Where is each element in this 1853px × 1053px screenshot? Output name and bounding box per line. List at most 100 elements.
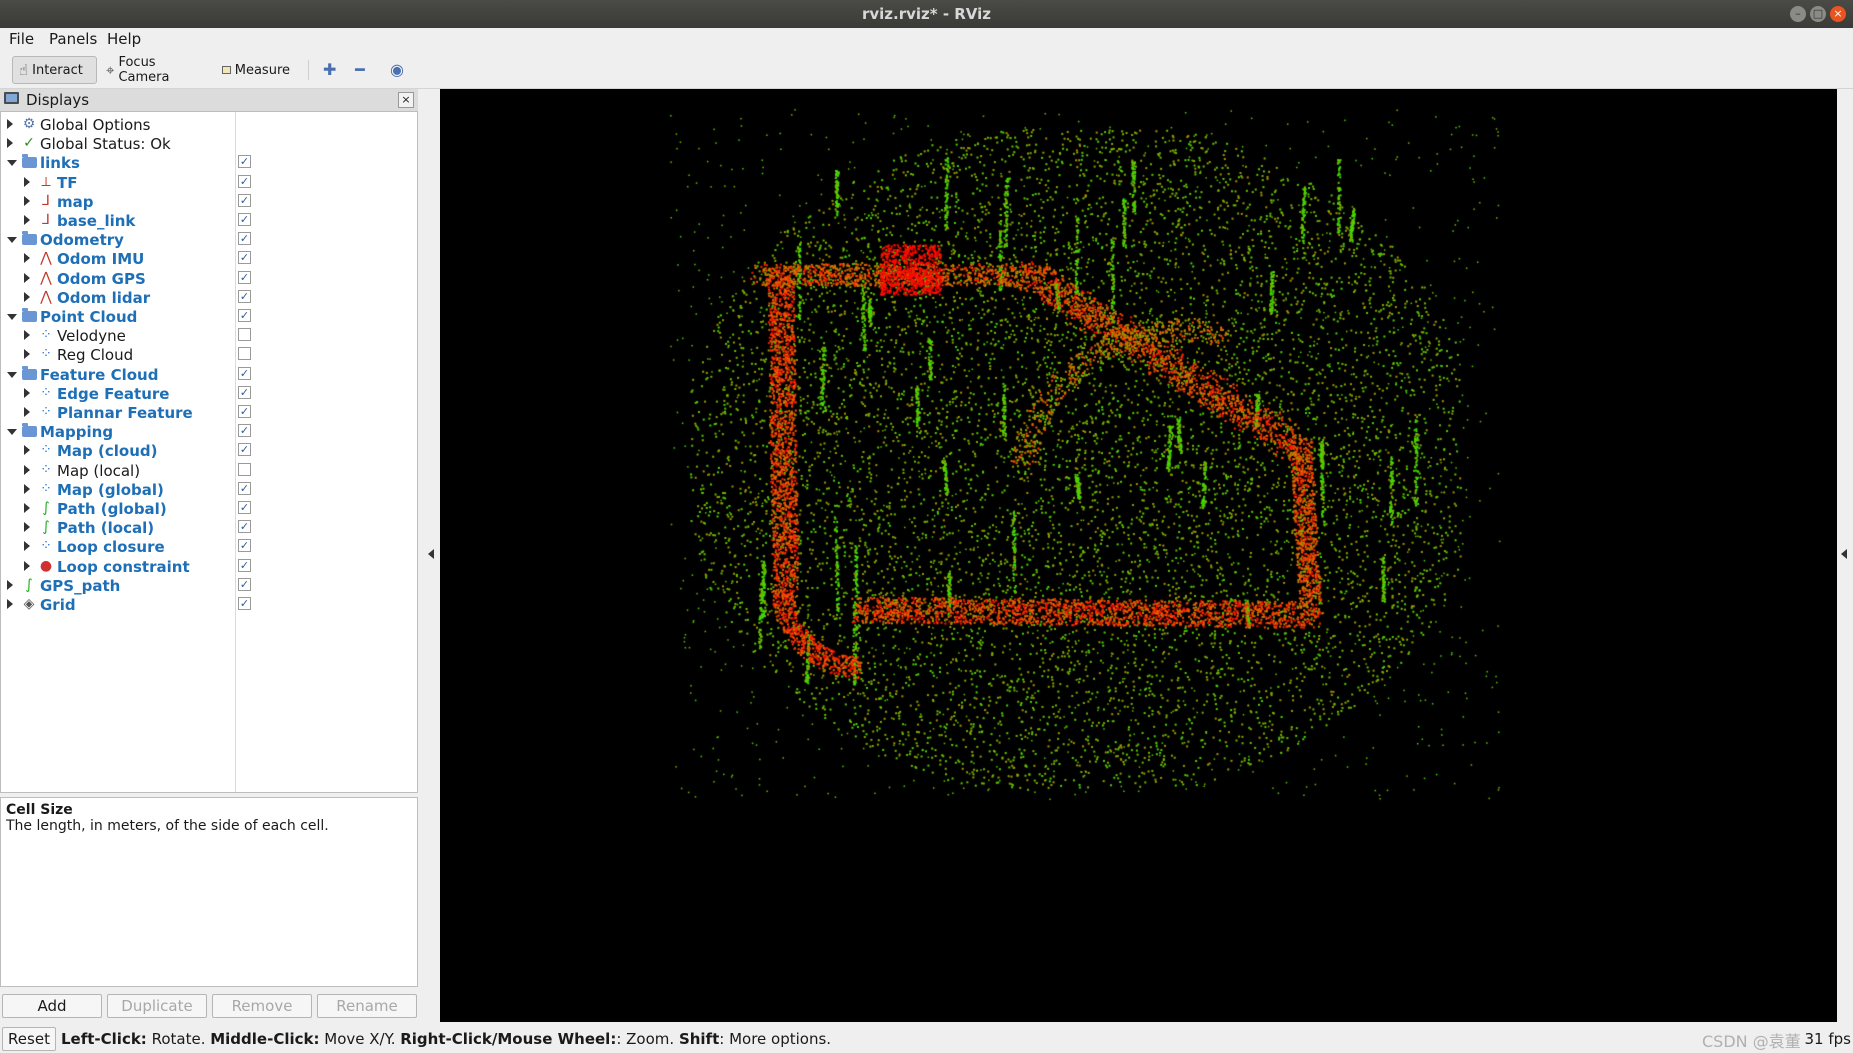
reset-button[interactable]: Reset (2, 1027, 56, 1051)
display-row[interactable]: links ✓ (1, 153, 419, 172)
enable-checkbox[interactable]: ✓ (238, 251, 251, 265)
display-row[interactable]: ⋀ Odom IMU ✓ (1, 249, 419, 268)
collapsed-arrow-icon[interactable] (24, 445, 30, 456)
display-row[interactable]: ⁘ Map (local) (1, 461, 419, 480)
display-row[interactable]: ⁘ Velodyne (1, 326, 419, 345)
collapsed-arrow-icon[interactable] (24, 503, 30, 513)
remove-tool-icon[interactable]: ━ (355, 60, 365, 79)
enable-checkbox[interactable] (238, 462, 251, 476)
collapsed-arrow-icon[interactable] (24, 464, 30, 475)
right-collapse-handle[interactable] (1837, 89, 1853, 1022)
enable-checkbox[interactable]: ✓ (238, 270, 251, 284)
display-row[interactable]: ⁘ Edge Feature ✓ (1, 384, 419, 403)
display-row[interactable]: ⁘ Map (global) ✓ (1, 480, 419, 499)
3d-render-viewport[interactable] (440, 89, 1837, 1022)
interact-tool-button[interactable]: ☝ Interact (12, 56, 97, 84)
expanded-arrow-icon[interactable] (7, 314, 17, 320)
collapsed-arrow-icon[interactable] (24, 483, 30, 494)
enable-checkbox[interactable]: ✓ (238, 481, 251, 495)
displays-tree[interactable]: ⚙ Global Options ✓ Global Status: Ok links ✓ ⟂… (0, 111, 418, 793)
collapsed-arrow-icon[interactable] (24, 522, 30, 533)
collapsed-arrow-icon[interactable] (24, 330, 30, 341)
enable-checkbox[interactable]: ✓ (238, 405, 251, 418)
expanded-arrow-icon[interactable] (7, 237, 17, 244)
menu-help[interactable]: Help (107, 30, 141, 48)
enable-checkbox[interactable]: ✓ (238, 232, 251, 246)
focus-camera-tool-button[interactable]: ⌖ Focus Camera (100, 55, 210, 85)
display-row[interactable]: ⅃ map ✓ (1, 192, 419, 211)
collapsed-arrow-icon[interactable] (7, 579, 13, 590)
display-row[interactable]: ◈ Grid ✓ (1, 595, 419, 614)
close-panel-button[interactable]: × (398, 92, 414, 108)
display-row[interactable]: ✓ Global Status: Ok (1, 134, 419, 153)
duplicate-button[interactable]: Duplicate (107, 994, 207, 1018)
enable-checkbox[interactable]: ✓ (238, 520, 251, 534)
add-tool-icon[interactable]: ✚ (323, 60, 336, 79)
display-row[interactable]: ⁘ Reg Cloud (1, 345, 419, 364)
close-window-button[interactable]: × (1830, 6, 1846, 22)
display-row[interactable]: Mapping ✓ (1, 422, 419, 441)
enable-checkbox[interactable]: ✓ (238, 155, 251, 169)
enable-checkbox[interactable]: ✓ (238, 174, 251, 188)
display-row[interactable]: Feature Cloud ✓ (1, 365, 419, 384)
display-row[interactable]: ⋀ Odom GPS ✓ (1, 269, 419, 288)
enable-checkbox[interactable]: ✓ (238, 424, 251, 438)
remove-button[interactable]: Remove (212, 994, 312, 1018)
enable-checkbox[interactable]: ✓ (238, 443, 251, 457)
enable-checkbox[interactable]: ✓ (238, 577, 251, 591)
collapsed-arrow-icon[interactable] (7, 599, 13, 609)
collapsed-arrow-icon[interactable] (24, 272, 30, 283)
rename-button[interactable]: Rename (317, 994, 417, 1018)
add-button[interactable]: Add (2, 994, 102, 1018)
collapsed-arrow-icon[interactable] (24, 291, 30, 302)
display-row[interactable]: ⟂ TF ✓ (1, 173, 419, 192)
display-row[interactable]: ⁘ Plannar Feature ✓ (1, 403, 419, 422)
display-row[interactable]: ⋀ Odom lidar ✓ (1, 288, 419, 307)
display-row[interactable]: ● Loop constraint ✓ (1, 557, 419, 576)
display-row[interactable]: ⅃ base_link ✓ (1, 211, 419, 230)
collapsed-arrow-icon[interactable] (24, 407, 30, 417)
left-collapse-handle[interactable] (422, 89, 440, 1022)
maximize-button[interactable]: □ (1810, 6, 1826, 22)
display-row[interactable]: ∫ Path (local) ✓ (1, 518, 419, 537)
collapsed-arrow-icon[interactable] (24, 253, 30, 264)
enable-checkbox[interactable]: ✓ (238, 597, 251, 610)
display-row[interactable]: Point Cloud ✓ (1, 307, 419, 326)
collapsed-arrow-icon[interactable] (24, 387, 30, 398)
enable-checkbox[interactable]: ✓ (238, 309, 251, 322)
expanded-arrow-icon[interactable] (7, 371, 17, 378)
display-row[interactable]: ⚙ Global Options (1, 115, 419, 134)
display-row[interactable]: ⁘ Loop closure ✓ (1, 537, 419, 556)
view-options-icon[interactable]: ◉ (390, 60, 404, 79)
enable-checkbox[interactable]: ✓ (238, 501, 251, 514)
display-label: Path (global) (57, 500, 167, 518)
collapsed-arrow-icon[interactable] (24, 349, 30, 360)
enable-checkbox[interactable]: ✓ (238, 213, 251, 226)
enable-checkbox[interactable]: ✓ (238, 366, 251, 380)
tf-axes-icon: ⟂ (41, 173, 51, 190)
display-row[interactable]: Odometry ✓ (1, 230, 419, 249)
enable-checkbox[interactable]: ✓ (238, 385, 251, 399)
menu-file[interactable]: File (9, 30, 34, 48)
collapsed-arrow-icon[interactable] (24, 215, 30, 225)
collapsed-arrow-icon[interactable] (24, 541, 30, 552)
display-row[interactable]: ⁘ Map (cloud) ✓ (1, 441, 419, 460)
enable-checkbox[interactable] (238, 328, 251, 342)
collapsed-arrow-icon[interactable] (24, 560, 30, 571)
enable-checkbox[interactable]: ✓ (238, 289, 251, 303)
enable-checkbox[interactable]: ✓ (238, 193, 251, 207)
collapsed-arrow-icon[interactable] (24, 176, 30, 187)
display-row[interactable]: ∫ Path (global) ✓ (1, 499, 419, 518)
expanded-arrow-icon[interactable] (7, 429, 17, 436)
collapsed-arrow-icon[interactable] (7, 138, 13, 149)
measure-tool-button[interactable]: Measure (216, 56, 296, 84)
collapsed-arrow-icon[interactable] (24, 195, 30, 206)
collapsed-arrow-icon[interactable] (7, 119, 13, 129)
enable-checkbox[interactable]: ✓ (238, 539, 251, 553)
enable-checkbox[interactable]: ✓ (238, 558, 251, 572)
minimize-button[interactable]: – (1790, 6, 1806, 22)
menu-panels[interactable]: Panels (49, 30, 97, 48)
display-row[interactable]: ∫ GPS_path ✓ (1, 576, 419, 595)
enable-checkbox[interactable] (238, 347, 251, 361)
expanded-arrow-icon[interactable] (7, 160, 17, 167)
